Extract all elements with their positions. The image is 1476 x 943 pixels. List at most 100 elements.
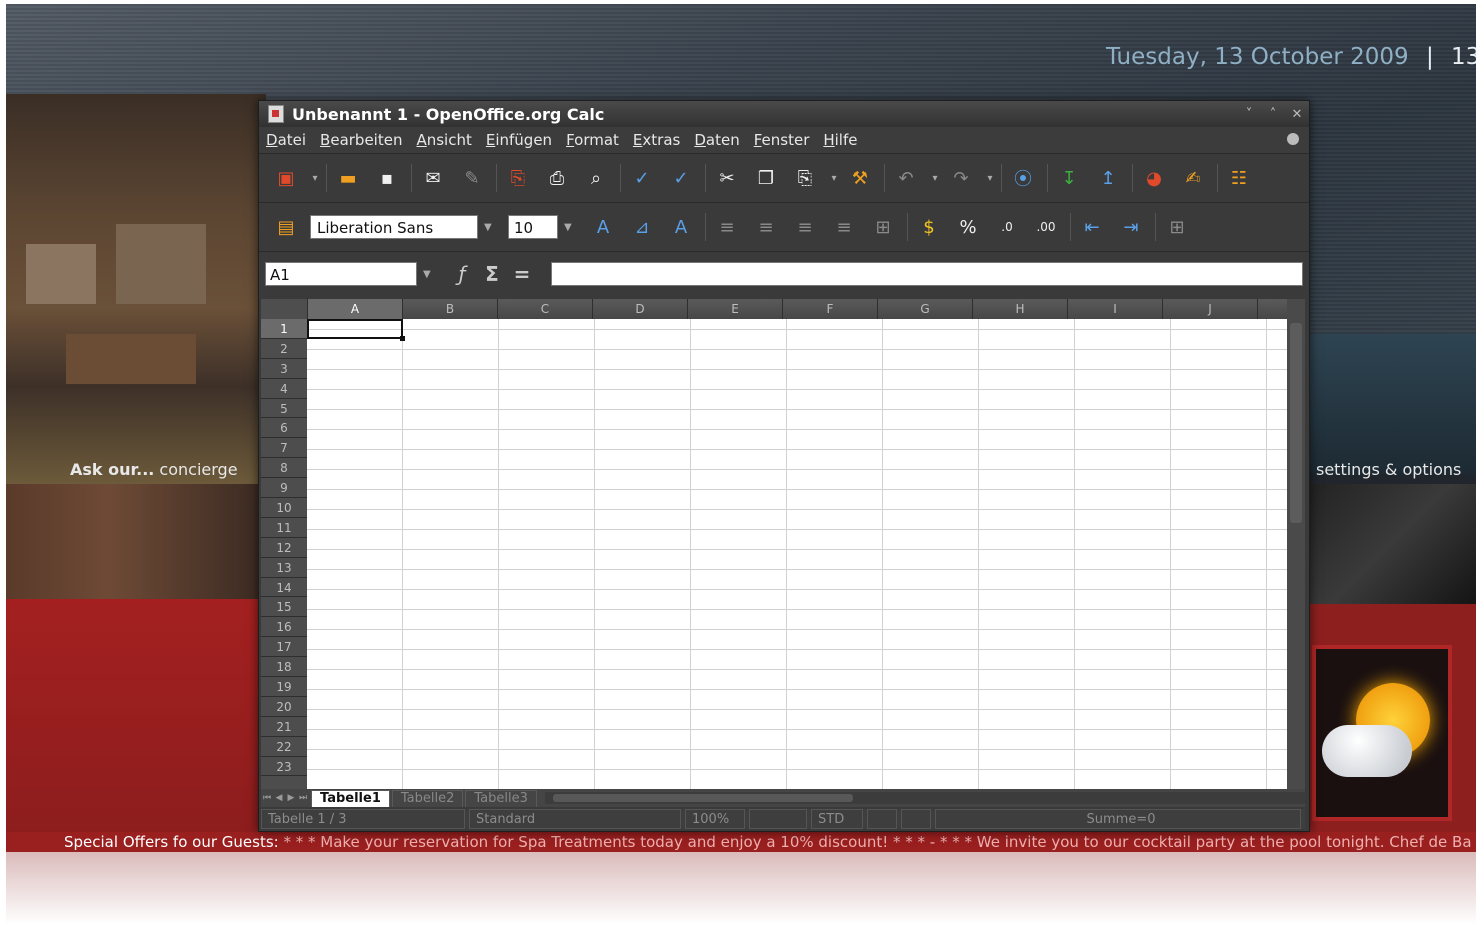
column-header-d[interactable]: D — [593, 299, 688, 319]
menu-hilfe[interactable]: Hilfe — [816, 131, 864, 149]
dropdown-arrow-icon[interactable]: ▾ — [985, 163, 995, 193]
undo-icon[interactable]: ↶ — [891, 163, 921, 193]
align-left-icon[interactable]: ≡ — [712, 212, 742, 242]
row-header-6[interactable]: 6 — [261, 418, 307, 439]
column-header-i[interactable]: I — [1068, 299, 1163, 319]
sheet-tab-1[interactable]: Tabelle1 — [311, 789, 390, 807]
row-header-5[interactable]: 5 — [261, 399, 307, 419]
column-header-f[interactable]: F — [783, 299, 878, 319]
last-sheet-icon[interactable]: ⏭ — [297, 793, 309, 803]
redo-icon[interactable]: ↷ — [946, 163, 976, 193]
menu-fenster[interactable]: Fenster — [747, 131, 817, 149]
dropdown-arrow-icon[interactable]: ▾ — [930, 163, 940, 193]
spellcheck-icon[interactable]: ✓ — [627, 163, 657, 193]
menu-extras[interactable]: Extras — [626, 131, 687, 149]
new-icon[interactable]: ▣ — [271, 163, 301, 193]
row-header-11[interactable]: 11 — [261, 518, 307, 538]
next-sheet-icon[interactable]: ▶ — [285, 793, 297, 803]
row-header-17[interactable]: 17 — [261, 637, 307, 658]
autospellcheck-icon[interactable]: ✓ — [666, 163, 696, 193]
spreadsheet-grid[interactable]: ABCDEFGHIJ 1 2 3 4 5 6 7 8 9 10 11 12 13 14 15 16 17 18 19… — [261, 299, 1305, 789]
column-header-b[interactable]: B — [403, 299, 498, 319]
row-header-21[interactable]: 21 — [261, 717, 307, 737]
row-header-8[interactable]: 8 — [261, 458, 307, 479]
paste-icon[interactable]: ⎘ — [790, 163, 820, 193]
format-paintbrush-icon[interactable]: ⚒ — [845, 163, 875, 193]
edit-file-icon[interactable]: ✎ — [457, 163, 487, 193]
font-size-dropdown-icon[interactable]: ▼ — [564, 222, 578, 233]
row-header-7[interactable]: 7 — [261, 438, 307, 459]
row-header-20[interactable]: 20 — [261, 697, 307, 717]
menu-bearbeiten[interactable]: Bearbeiten — [313, 131, 409, 149]
align-center-icon[interactable]: ≡ — [751, 212, 781, 242]
cut-icon[interactable]: ✂ — [712, 163, 742, 193]
prev-sheet-icon[interactable]: ◀ — [273, 793, 285, 803]
font-name-dropdown-icon[interactable]: ▼ — [484, 222, 498, 233]
borders-icon[interactable]: ⊞ — [1162, 212, 1192, 242]
decrease-indent-icon[interactable]: ⇤ — [1077, 212, 1107, 242]
settings-link[interactable]: settings & options — [1316, 460, 1461, 479]
row-header-23[interactable]: 23 — [261, 757, 307, 777]
add-decimal-icon[interactable]: .0 — [992, 212, 1022, 242]
print-icon[interactable]: ⎙ — [542, 163, 572, 193]
column-header-j[interactable]: J — [1163, 299, 1258, 319]
name-box[interactable]: A1 — [265, 262, 417, 286]
horizontal-scrollbar[interactable] — [544, 792, 1305, 804]
first-sheet-icon[interactable]: ⏮ — [261, 793, 273, 803]
row-header-22[interactable]: 22 — [261, 737, 307, 757]
row-header-19[interactable]: 19 — [261, 677, 307, 697]
status-zoom[interactable]: 100% — [685, 809, 745, 829]
sort-ascending-icon[interactable]: ↧ — [1054, 163, 1084, 193]
underline-icon[interactable]: A — [666, 212, 696, 242]
vertical-scrollbar[interactable] — [1287, 299, 1305, 789]
dropdown-arrow-icon[interactable]: ▾ — [829, 163, 839, 193]
row-header-1[interactable]: 1 — [261, 319, 307, 339]
menu-datei[interactable]: Datei — [259, 131, 313, 149]
bold-icon[interactable]: A — [588, 212, 618, 242]
row-header-16[interactable]: 16 — [261, 617, 307, 638]
styles-icon[interactable]: ▤ — [271, 212, 301, 242]
row-header-4[interactable]: 4 — [261, 379, 307, 399]
menu-ansicht[interactable]: Ansicht — [409, 131, 478, 149]
concierge-link[interactable]: Ask our... concierge — [70, 460, 238, 479]
italic-icon[interactable]: ⊿ — [627, 212, 657, 242]
active-cell-a1[interactable] — [307, 319, 405, 341]
formula-input[interactable] — [551, 262, 1303, 286]
row-header-10[interactable]: 10 — [261, 498, 307, 518]
status-mode[interactable]: STD — [811, 809, 863, 829]
weather-widget[interactable] — [1312, 645, 1452, 821]
column-header-h[interactable]: H — [973, 299, 1068, 319]
sheet-tab-2[interactable]: Tabelle2 — [391, 789, 464, 807]
sheet-tab-3[interactable]: Tabelle3 — [465, 789, 537, 807]
dropdown-arrow-icon[interactable]: ▾ — [310, 163, 320, 193]
menu-format[interactable]: Format — [559, 131, 626, 149]
cell-area[interactable] — [307, 319, 1287, 789]
name-box-dropdown-icon[interactable]: ▼ — [423, 269, 437, 280]
copy-icon[interactable]: ❐ — [751, 163, 781, 193]
print-preview-icon[interactable]: ⌕ — [581, 163, 611, 193]
row-header-18[interactable]: 18 — [261, 657, 307, 678]
currency-icon[interactable]: $ — [914, 212, 944, 242]
hyperlink-icon[interactable]: ⦿ — [1008, 163, 1038, 193]
justify-icon[interactable]: ≡ — [829, 212, 859, 242]
row-header-9[interactable]: 9 — [261, 478, 307, 499]
export-pdf-icon[interactable]: ⎘ — [503, 163, 533, 193]
open-icon[interactable]: ▬ — [333, 163, 363, 193]
increase-indent-icon[interactable]: ⇥ — [1116, 212, 1146, 242]
minimize-button[interactable]: ˅ — [1237, 107, 1261, 122]
function-wizard-icon[interactable]: ƒ — [447, 262, 477, 286]
function-icon[interactable]: = — [507, 262, 537, 286]
horizontal-scroll-thumb[interactable] — [552, 794, 853, 802]
show-draw-functions-icon[interactable]: ✍ — [1178, 163, 1208, 193]
column-header-e[interactable]: E — [688, 299, 783, 319]
sort-descending-icon[interactable]: ↥ — [1093, 163, 1123, 193]
font-name-field[interactable]: Liberation Sans — [310, 215, 478, 239]
merge-cells-icon[interactable]: ⊞ — [868, 212, 898, 242]
select-all-corner[interactable] — [261, 299, 308, 319]
font-size-field[interactable]: 10 — [508, 215, 558, 239]
vertical-scroll-thumb[interactable] — [1290, 323, 1302, 523]
window-titlebar[interactable]: Unbenannt 1 - OpenOffice.org Calc ˅ ˄ ✕ — [259, 101, 1309, 127]
menu-einfügen[interactable]: Einfügen — [479, 131, 559, 149]
sum-icon[interactable]: Σ — [477, 262, 507, 286]
chart-icon[interactable]: ◕ — [1139, 163, 1169, 193]
